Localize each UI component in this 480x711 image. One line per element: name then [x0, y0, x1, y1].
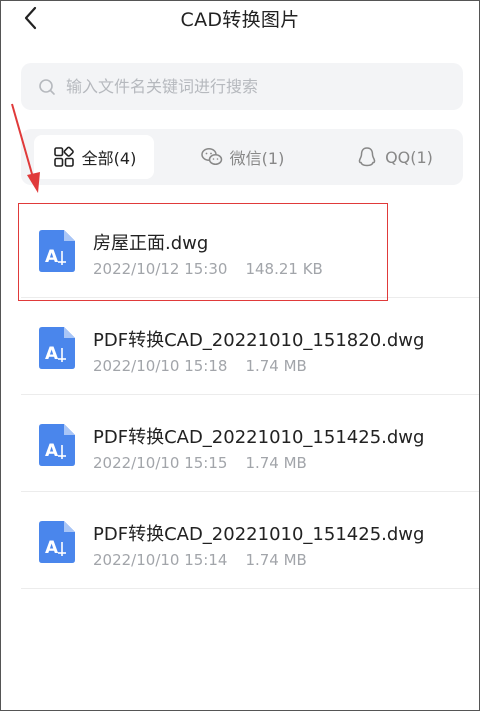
red-arrow — [11, 103, 40, 193]
cad-file-icon: A — [39, 521, 75, 563]
list-item[interactable]: A PDF转换CAD_20221010_151425.dwg 2022/10/1… — [1, 395, 479, 492]
file-size: 1.74 MB — [245, 454, 307, 472]
cad-file-icon: A — [39, 424, 75, 466]
file-name: PDF转换CAD_20221010_151425.dwg — [93, 427, 425, 448]
file-name: PDF转换CAD_20221010_151425.dwg — [93, 524, 425, 545]
file-date: 2022/10/10 15:15 — [93, 454, 228, 472]
search-icon — [39, 78, 55, 95]
file-size: 1.74 MB — [245, 357, 307, 375]
tab-all[interactable]: 全部(4) — [34, 135, 154, 179]
tab-qq-label: QQ(1) — [385, 147, 433, 167]
svg-text:A: A — [45, 538, 59, 558]
search-input[interactable] — [66, 77, 463, 96]
file-date: 2022/10/10 15:14 — [93, 551, 228, 569]
file-size: 1.74 MB — [245, 551, 307, 569]
tab-wechat[interactable]: 微信(1) — [187, 135, 297, 179]
cad-file-icon: A — [39, 327, 75, 369]
tab-all-label: 全部(4) — [81, 149, 137, 168]
screen: CAD转换图片 全部(4) — [0, 0, 480, 711]
file-meta: 2022/10/10 15:14 1.74 MB — [93, 551, 307, 569]
svg-text:A: A — [45, 344, 59, 364]
qq-icon — [358, 147, 376, 167]
list-item[interactable]: A PDF转换CAD_20221010_151425.dwg 2022/10/1… — [1, 492, 479, 589]
file-meta: 2022/10/10 15:18 1.74 MB — [93, 357, 307, 375]
grid-icon — [53, 146, 74, 167]
tab-qq[interactable]: QQ(1) — [339, 135, 449, 179]
search-bar[interactable] — [21, 63, 463, 110]
file-date: 2022/10/10 15:18 — [93, 357, 228, 375]
file-meta: 2022/10/10 15:15 1.74 MB — [93, 454, 307, 472]
file-name: PDF转换CAD_20221010_151820.dwg — [93, 330, 425, 351]
svg-text:A: A — [45, 441, 59, 461]
tab-wechat-label: 微信(1) — [229, 149, 285, 168]
page-title: CAD转换图片 — [180, 9, 300, 31]
filter-tabs: 全部(4) 微信(1) QQ(1) — [21, 129, 463, 185]
list-item[interactable]: A PDF转换CAD_20221010_151820.dwg 2022/10/1… — [1, 298, 479, 395]
wechat-icon — [200, 147, 222, 166]
header: CAD转换图片 — [1, 1, 479, 37]
divider — [21, 588, 479, 589]
highlight-box — [18, 203, 388, 301]
